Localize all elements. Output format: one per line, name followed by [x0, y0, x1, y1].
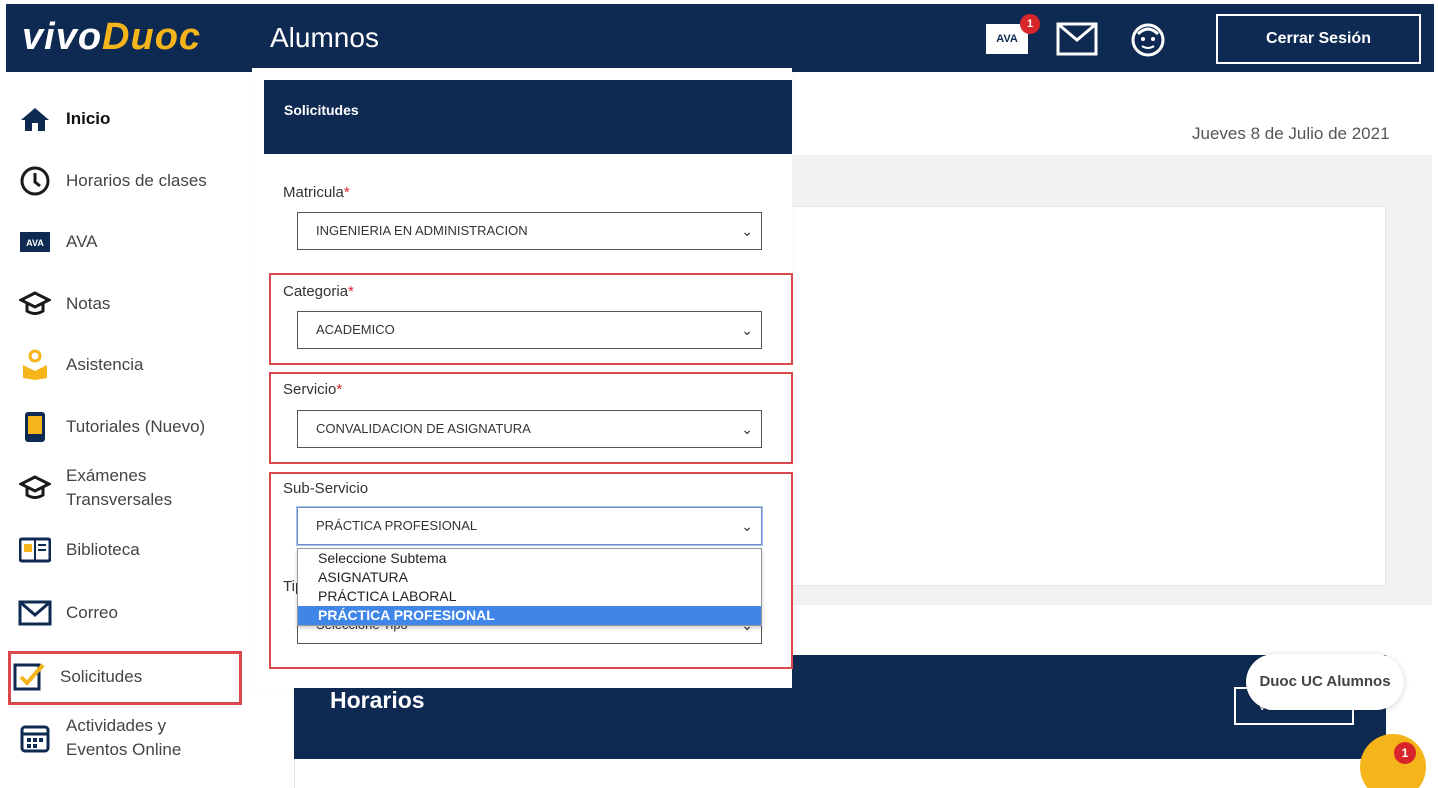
profile-face-icon[interactable] — [1130, 22, 1166, 63]
mail-icon[interactable] — [1056, 22, 1098, 61]
categoria-label-text: Categoria — [283, 283, 349, 300]
categoria-label: Categoria* — [283, 283, 354, 300]
matricula-select[interactable]: INGENIERIA EN ADMINISTRACION ⌄ — [297, 212, 762, 250]
content-card — [790, 206, 1386, 586]
sidebar-item-actividades[interactable]: Actividades y Eventos Online — [18, 714, 206, 762]
sidebar-item-horarios[interactable]: Horarios de clases — [18, 164, 207, 198]
top-header: vivoDuoc Alumnos AVA 1 Cerrar Sesión — [6, 4, 1434, 72]
dropdown-option[interactable]: PRÁCTICA LABORAL — [298, 587, 761, 606]
servicio-label: Servicio* — [283, 381, 342, 398]
solicitudes-panel: Solicitudes Matricula* INGENIERIA EN ADM… — [252, 68, 793, 688]
graduation-cap-icon — [18, 471, 52, 505]
matricula-label: Matricula* — [283, 184, 350, 201]
sidebar-item-asistencia[interactable]: Asistencia — [18, 348, 143, 382]
sidebar-item-label: AVA — [66, 232, 98, 251]
panel-title: Solicitudes — [284, 102, 359, 118]
dropdown-option[interactable]: ASIGNATURA — [298, 568, 761, 587]
sidebar: Inicio Horarios de clases AVA AVA Notas … — [0, 72, 246, 788]
sidebar-item-ava[interactable]: AVA AVA — [18, 225, 98, 259]
subservicio-label: Sub-Servicio — [283, 480, 369, 497]
current-date: Jueves 8 de Julio de 2021 — [1192, 124, 1390, 143]
calendar-icon — [18, 721, 52, 755]
sidebar-item-label: Notas — [66, 294, 111, 313]
servicio-label-text: Servicio — [283, 381, 337, 398]
sidebar-item-label: Tutoriales (Nuevo) — [66, 417, 206, 436]
horarios-title: Horarios — [330, 687, 425, 713]
chat-unread-badge: 1 — [1394, 742, 1416, 764]
svg-text:AVA: AVA — [26, 238, 44, 248]
required-mark: * — [348, 283, 354, 300]
sidebar-item-label: Actividades y Eventos Online — [66, 716, 182, 759]
chat-bubble[interactable]: Duoc UC Alumnos — [1246, 654, 1404, 710]
horarios-body — [294, 759, 1386, 788]
tablet-icon — [18, 410, 52, 444]
servicio-value: CONVALIDACION DE ASIGNATURA — [316, 421, 531, 436]
required-mark: * — [336, 381, 343, 398]
sidebar-item-label: Horarios de clases — [66, 171, 207, 190]
subservicio-value: PRÁCTICA PROFESIONAL — [316, 518, 478, 533]
logout-button[interactable]: Cerrar Sesión — [1216, 14, 1421, 64]
sidebar-item-label: Asistencia — [66, 355, 144, 374]
logo-vivo: vivo — [22, 16, 103, 58]
chevron-down-icon: ⌄ — [741, 518, 753, 534]
sidebar-item-correo[interactable]: Correo — [18, 596, 118, 630]
matricula-label-text: Matricula — [283, 184, 344, 201]
graduation-cap-icon — [18, 287, 52, 321]
sidebar-item-tutoriales[interactable]: Tutoriales (Nuevo) — [18, 410, 205, 444]
sidebar-item-notas[interactable]: Notas — [18, 287, 110, 321]
book-icon — [18, 533, 52, 567]
sidebar-item-label: Inicio — [66, 109, 111, 128]
app-window: vivoDuoc Alumnos AVA 1 Cerrar Sesión Ini… — [0, 0, 1438, 788]
subservicio-select[interactable]: PRÁCTICA PROFESIONAL ⌄ — [297, 507, 762, 545]
subservicio-dropdown-list: Seleccione Subtema ASIGNATURA PRÁCTICA L… — [297, 548, 762, 626]
section-title: Alumnos — [270, 22, 379, 53]
required-mark: * — [343, 184, 350, 201]
chevron-down-icon: ⌄ — [741, 223, 753, 239]
chevron-down-icon: ⌄ — [741, 322, 753, 338]
sidebar-item-inicio[interactable]: Inicio — [18, 102, 110, 136]
servicio-select[interactable]: CONVALIDACION DE ASIGNATURA ⌄ — [297, 410, 762, 448]
solicitudes-highlight-box — [8, 651, 242, 705]
vivoduoc-logo[interactable]: vivoDuoc — [22, 16, 201, 59]
panel-header: Solicitudes — [264, 80, 792, 154]
ava-icon: AVA — [18, 225, 52, 259]
dropdown-option-selected[interactable]: PRÁCTICA PROFESIONAL — [298, 606, 761, 625]
logo-duoc: Duoc — [102, 16, 202, 58]
sidebar-item-examenes[interactable]: Exámenes Transversales — [18, 464, 206, 512]
categoria-select[interactable]: ACADEMICO ⌄ — [297, 311, 762, 349]
chevron-down-icon: ⌄ — [741, 421, 753, 437]
attendance-icon — [18, 348, 52, 382]
sidebar-item-label: Exámenes Transversales — [66, 466, 173, 509]
sidebar-item-label: Correo — [66, 603, 118, 622]
notification-count-badge: 1 — [1020, 14, 1040, 34]
clock-icon — [18, 164, 52, 198]
chat-launcher-button[interactable] — [1360, 734, 1426, 788]
sidebar-item-label: Biblioteca — [66, 540, 140, 559]
mail-icon — [18, 596, 52, 630]
home-icon — [18, 102, 52, 136]
matricula-value: INGENIERIA EN ADMINISTRACION — [316, 223, 528, 238]
sidebar-item-biblioteca[interactable]: Biblioteca — [18, 533, 140, 567]
dropdown-option[interactable]: Seleccione Subtema — [298, 549, 761, 568]
categoria-value: ACADEMICO — [316, 322, 395, 337]
